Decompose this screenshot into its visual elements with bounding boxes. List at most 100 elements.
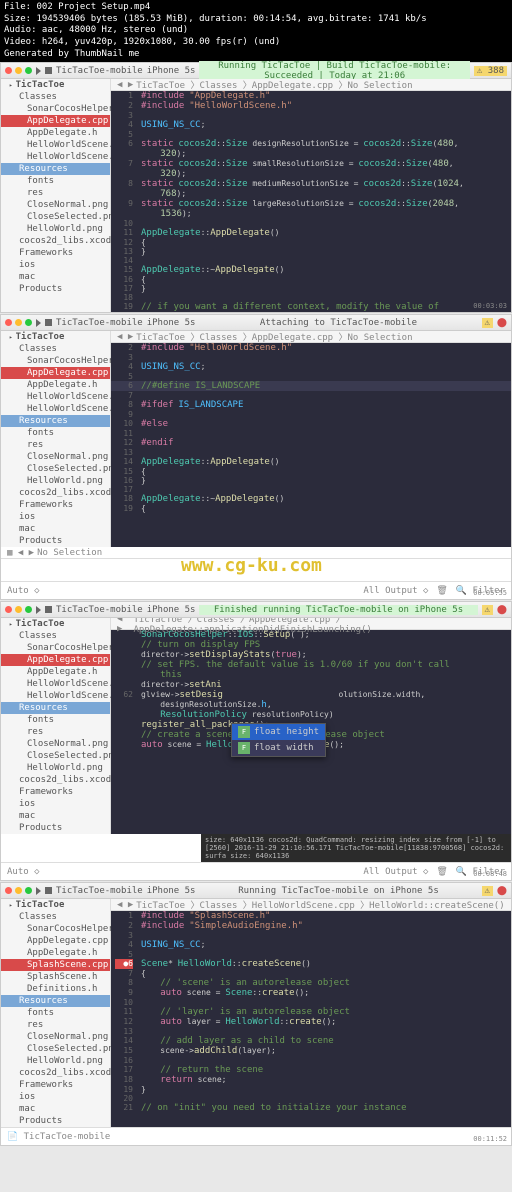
code-line[interactable]: 17: [111, 485, 511, 494]
code-line[interactable]: 10: [111, 998, 511, 1007]
code-line[interactable]: 8#ifdef IS_LANDSCAPE: [111, 400, 511, 410]
sidebar-item[interactable]: HelloWorldScene.cpp: [1, 139, 110, 151]
code-line[interactable]: 1#include "SplashScene.h": [111, 911, 511, 921]
sidebar-item[interactable]: SonarCocosHelperCPP: [1, 103, 110, 115]
sidebar-item[interactable]: TicTacToe: [1, 618, 110, 630]
run-button[interactable]: [36, 67, 41, 75]
sidebar-item[interactable]: SonarCocosHelperCPP: [1, 355, 110, 367]
code-line[interactable]: 14: [111, 256, 511, 265]
code-line[interactable]: 11 // 'layer' is an autorelease object: [111, 1007, 511, 1017]
sidebar-item[interactable]: SonarCocosHelperCPP: [1, 923, 110, 935]
code-line[interactable]: 320);: [111, 149, 511, 159]
sidebar-item[interactable]: TicTacToe: [1, 899, 110, 911]
code-line[interactable]: 21// on "init" you need to initialize yo…: [111, 1103, 511, 1113]
sidebar-item[interactable]: CloseSelected.png: [1, 750, 110, 762]
sidebar-item[interactable]: res: [1, 439, 110, 451]
sidebar-item[interactable]: CloseSelected.png: [1, 1043, 110, 1055]
sidebar-item[interactable]: TicTacToe: [1, 331, 110, 343]
code-line[interactable]: 5: [111, 950, 511, 959]
code-editor[interactable]: ◀ ▶ TicTacToe 〉Classes 〉AppDelegate.cpp …: [111, 331, 511, 547]
jump-bar[interactable]: ◀ ▶ TicTacToe 〉Classes 〉AppDelegate.cpp …: [111, 331, 511, 343]
sidebar-item[interactable]: AppDelegate.cpp: [1, 935, 110, 947]
code-line[interactable]: 4USING_NS_CC;: [111, 362, 511, 372]
sidebar-item[interactable]: HelloWorld.png: [1, 475, 110, 487]
code-line[interactable]: 11: [111, 429, 511, 438]
sidebar-item[interactable]: CloseNormal.png: [1, 1031, 110, 1043]
sidebar-item[interactable]: AppDelegate.h: [1, 947, 110, 959]
sidebar-item[interactable]: cocos2d_libs.xcodeproj: [1, 487, 110, 499]
sidebar-item[interactable]: res: [1, 1019, 110, 1031]
run-button[interactable]: [36, 606, 41, 614]
sidebar-item[interactable]: Products: [1, 1115, 110, 1127]
sidebar-item[interactable]: ios: [1, 511, 110, 523]
code-line[interactable]: 8static cocos2d::Size mediumResolutionSi…: [111, 179, 511, 189]
sidebar-item[interactable]: fonts: [1, 427, 110, 439]
sidebar-item[interactable]: fonts: [1, 714, 110, 726]
sidebar-item[interactable]: HelloWorld.png: [1, 223, 110, 235]
code-line[interactable]: 17 // return the scene: [111, 1065, 511, 1075]
sidebar-item[interactable]: res: [1, 726, 110, 738]
code-line[interactable]: // set FPS. the default value is 1.0/60 …: [111, 660, 511, 670]
stop-button[interactable]: [45, 319, 52, 326]
code-line[interactable]: 10#else: [111, 419, 511, 429]
sidebar-item[interactable]: SonarCocosHelperCPP: [1, 642, 110, 654]
sidebar-item[interactable]: Classes: [1, 911, 110, 923]
sidebar-item[interactable]: Products: [1, 283, 110, 295]
sidebar-item[interactable]: Classes: [1, 630, 110, 642]
code-line[interactable]: 9static cocos2d::Size largeResolutionSiz…: [111, 199, 511, 209]
code-line[interactable]: 7static cocos2d::Size smallResolutionSiz…: [111, 159, 511, 169]
project-navigator[interactable]: TicTacToeClassesSonarCocosHelperCPPAppDe…: [1, 899, 111, 1127]
code-line[interactable]: 16{: [111, 275, 511, 284]
sidebar-item[interactable]: SplashScene.h: [1, 971, 110, 983]
scheme-selector[interactable]: TicTacToe-mobile: [56, 66, 143, 76]
code-line[interactable]: 5: [111, 372, 511, 381]
code-line[interactable]: 20: [111, 1094, 511, 1103]
sidebar-item[interactable]: res: [1, 187, 110, 199]
code-line[interactable]: 12#endif: [111, 438, 511, 448]
code-line[interactable]: 1#include "AppDelegate.h": [111, 91, 511, 101]
sidebar-item[interactable]: cocos2d_libs.xcodeproj: [1, 1067, 110, 1079]
sidebar-item[interactable]: HelloWorld.png: [1, 1055, 110, 1067]
output-filter[interactable]: All Output ◇: [363, 586, 428, 596]
project-navigator[interactable]: TicTacToeClassesSonarCocosHelperCPPAppDe…: [1, 79, 111, 312]
code-line[interactable]: 13}: [111, 247, 511, 256]
code-line[interactable]: 14 // add layer as a child to scene: [111, 1036, 511, 1046]
sidebar-item[interactable]: CloseSelected.png: [1, 211, 110, 223]
jump-bar[interactable]: ◀ ▶ TicTacToe 〉Classes 〉AppDelegate.cpp …: [111, 79, 511, 91]
sidebar-item[interactable]: ios: [1, 1091, 110, 1103]
sidebar-item[interactable]: Classes: [1, 91, 110, 103]
stop-button[interactable]: [45, 606, 52, 613]
code-line[interactable]: 19{: [111, 504, 511, 513]
sidebar-item[interactable]: mac: [1, 1103, 110, 1115]
sidebar-item[interactable]: HelloWorldScene.h: [1, 403, 110, 415]
code-line[interactable]: 12 auto layer = HelloWorld::create();: [111, 1017, 511, 1027]
code-line[interactable]: 18: [111, 293, 511, 302]
code-line[interactable]: 4USING_NS_CC;: [111, 940, 511, 950]
sidebar-item[interactable]: Resources: [1, 995, 110, 1007]
sidebar-item[interactable]: Resources: [1, 415, 110, 427]
code-line[interactable]: 11AppDelegate::AppDelegate(): [111, 228, 511, 238]
code-editor[interactable]: ◀ ▶ TicTacToe 〉Classes 〉AppDelegate.cpp …: [111, 79, 511, 312]
code-line[interactable]: 16: [111, 1056, 511, 1065]
code-line[interactable]: director->setDisplayStats(true);: [111, 650, 511, 660]
code-line[interactable]: 12{: [111, 238, 511, 247]
sidebar-item[interactable]: CloseNormal.png: [1, 199, 110, 211]
code-line[interactable]: 62glview->setDesig olutionSize.width,: [111, 690, 511, 700]
sidebar-item[interactable]: AppDelegate.cpp: [1, 115, 110, 127]
code-line[interactable]: 3: [111, 931, 511, 940]
code-line[interactable]: 4USING_NS_CC;: [111, 120, 511, 130]
sidebar-item[interactable]: Frameworks: [1, 1079, 110, 1091]
autocomplete-item[interactable]: Ffloat height: [232, 724, 325, 740]
sidebar-item[interactable]: Resources: [1, 163, 110, 175]
code-line[interactable]: 8 // 'scene' is an autorelease object: [111, 978, 511, 988]
sidebar-item[interactable]: AppDelegate.h: [1, 379, 110, 391]
code-line[interactable]: 13: [111, 448, 511, 457]
sidebar-item[interactable]: Frameworks: [1, 786, 110, 798]
traffic-lights[interactable]: [5, 67, 32, 74]
jump-bar[interactable]: ◀ ▶ TicTacToe 〉Classes 〉HelloWorldScene.…: [111, 899, 511, 911]
sidebar-item[interactable]: HelloWorld.png: [1, 762, 110, 774]
code-editor[interactable]: ◀ ▶ TicTacToe 〉Classes 〉HelloWorldScene.…: [111, 899, 511, 1127]
sidebar-item[interactable]: mac: [1, 523, 110, 535]
code-line[interactable]: 3: [111, 111, 511, 120]
sidebar-item[interactable]: fonts: [1, 175, 110, 187]
